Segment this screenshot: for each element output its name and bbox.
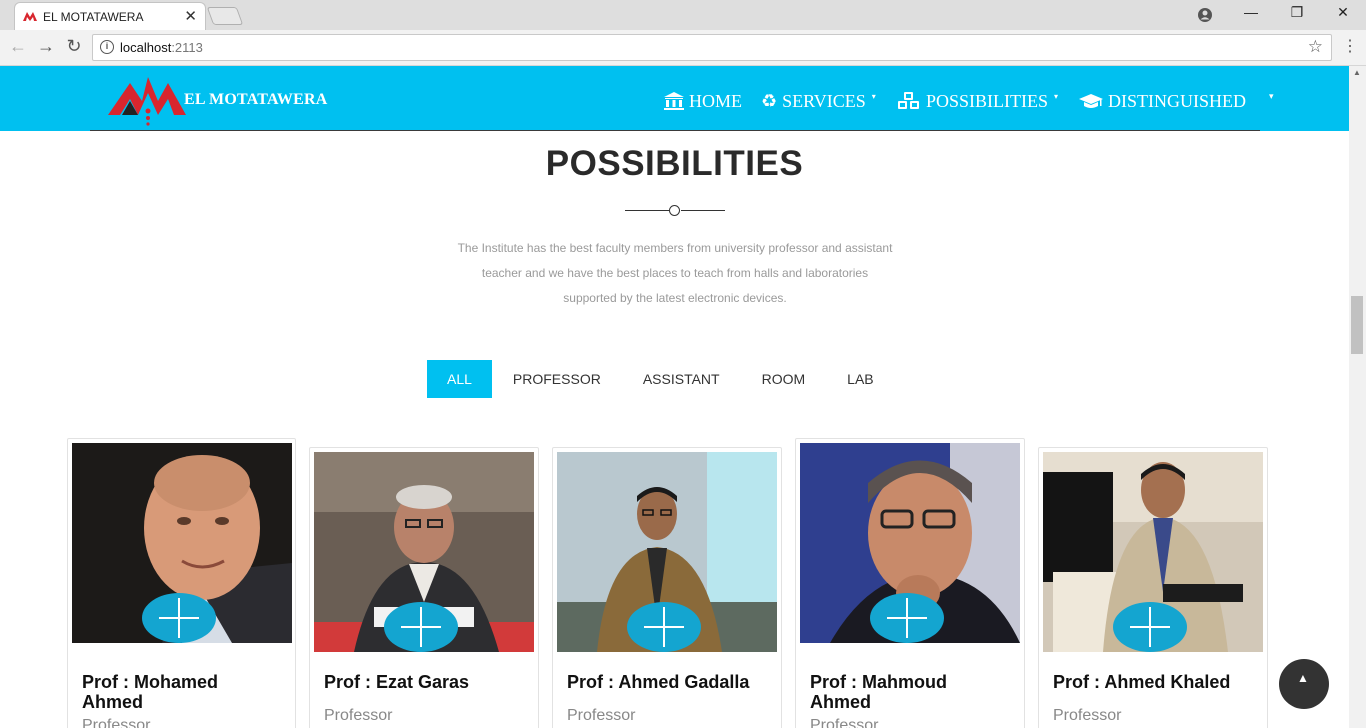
scroll-thumb[interactable] <box>1351 296 1363 354</box>
add-icon[interactable] <box>627 602 701 652</box>
title-divider <box>625 205 725 216</box>
nav-services-label: SERVICES <box>782 90 866 111</box>
profile-card[interactable]: Prof : Mahmoud Ahmed Professor <box>795 438 1025 728</box>
favicon-icon <box>23 12 37 21</box>
browser-menu-icon[interactable]: ⋮ <box>1342 36 1358 56</box>
nav-home[interactable]: HOME <box>664 89 742 113</box>
logo-text[interactable]: EL MOTATAWERA <box>184 91 328 109</box>
graduation-cap-icon <box>1079 94 1103 108</box>
chevron-up-icon: ▲ <box>1297 671 1309 685</box>
info-icon[interactable]: i <box>100 40 114 54</box>
add-icon[interactable] <box>870 593 944 643</box>
card-role: Professor <box>567 707 636 724</box>
close-window-button[interactable]: ✕ <box>1333 4 1353 21</box>
nav-distinguished[interactable]: DISTINGUISHED <box>1079 89 1246 113</box>
logo-icon[interactable] <box>108 71 186 127</box>
filter-assistant[interactable]: ASSISTANT <box>622 360 741 398</box>
url-text: localhost:2113 <box>120 40 203 55</box>
address-bar[interactable]: i localhost:2113 ☆ <box>92 34 1332 61</box>
add-icon[interactable] <box>142 593 216 643</box>
add-icon[interactable] <box>384 602 458 652</box>
add-icon[interactable] <box>1113 602 1187 652</box>
card-name: Prof : Ahmed Khaled <box>1053 672 1231 692</box>
minimize-button[interactable]: — <box>1241 4 1261 20</box>
card-name: Prof : Mohamed Ahmed <box>82 672 219 712</box>
nav-dropdown-toggle[interactable]: ▾ <box>1269 91 1274 102</box>
section-title: POSSIBILITIES <box>545 144 804 183</box>
recycle-icon: ♻ <box>761 91 778 111</box>
nav-home-label: HOME <box>689 90 742 111</box>
forward-arrow-icon[interactable]: → <box>35 36 57 57</box>
profile-card[interactable]: Prof : Ahmed Khaled Professor <box>1038 447 1268 728</box>
filter-tabs: ALL PROFESSOR ASSISTANT ROOM LAB <box>427 360 895 398</box>
filter-all[interactable]: ALL <box>427 360 492 398</box>
browser-tab-bar: EL MOTATAWERA ✕ — ❐ ✕ <box>0 0 1366 30</box>
chevron-down-icon: ▾ <box>1054 91 1059 101</box>
new-tab-button[interactable] <box>206 7 244 25</box>
scroll-up-icon[interactable]: ▲ <box>1353 68 1361 77</box>
card-role: Professor <box>82 717 151 728</box>
nav-services[interactable]: ♻ SERVICES ▾ <box>761 89 876 113</box>
browser-tab[interactable]: EL MOTATAWERA ✕ <box>14 2 206 30</box>
page-scrollbar[interactable]: ▲ <box>1349 66 1366 728</box>
filter-lab[interactable]: LAB <box>826 360 894 398</box>
filter-room[interactable]: ROOM <box>741 360 827 398</box>
profile-card[interactable]: Prof : Ahmed Gadalla Professor <box>552 447 782 728</box>
card-name: Prof : Ezat Garas <box>324 672 470 692</box>
profile-card[interactable]: Prof : Ezat Garas Professor <box>309 447 539 728</box>
bank-icon <box>664 92 684 110</box>
bookmark-star-icon[interactable]: ☆ <box>1308 37 1323 57</box>
card-role: Professor <box>1053 707 1122 724</box>
tab-close-icon[interactable]: ✕ <box>184 7 197 25</box>
header-divider <box>90 130 1260 131</box>
page-viewport: EL MOTATAWERA HOME ♻ SERVICES ▾ POSSIBIL… <box>0 66 1349 728</box>
filter-professor[interactable]: PROFESSOR <box>492 360 622 398</box>
profile-card[interactable]: Prof : Mohamed Ahmed Professor <box>67 438 296 728</box>
reload-icon[interactable]: ↻ <box>63 36 85 57</box>
card-name: Prof : Mahmoud Ahmed <box>810 672 947 712</box>
nav-possibilities-label: POSSIBILITIES <box>926 90 1049 111</box>
card-role: Professor <box>324 707 393 724</box>
chevron-down-icon: ▾ <box>871 91 876 101</box>
back-to-top-button[interactable]: ▲ <box>1279 659 1329 709</box>
card-role: Professor <box>810 717 879 728</box>
maximize-button[interactable]: ❐ <box>1287 4 1307 21</box>
browser-toolbar: ← → ↻ i localhost:2113 ☆ ⋮ <box>0 30 1366 66</box>
cubes-icon <box>898 92 919 109</box>
nav-distinguished-label: DISTINGUISHED <box>1108 90 1246 111</box>
section-intro: The Institute has the best faculty membe… <box>457 241 893 305</box>
site-header: EL MOTATAWERA HOME ♻ SERVICES ▾ POSSIBIL… <box>0 66 1349 131</box>
tab-title: EL MOTATAWERA <box>43 10 144 24</box>
profile-icon[interactable] <box>1197 7 1213 23</box>
card-name: Prof : Ahmed Gadalla <box>567 672 750 692</box>
back-arrow-icon[interactable]: ← <box>7 36 29 57</box>
nav-possibilities[interactable]: POSSIBILITIES ▾ <box>897 89 1058 113</box>
